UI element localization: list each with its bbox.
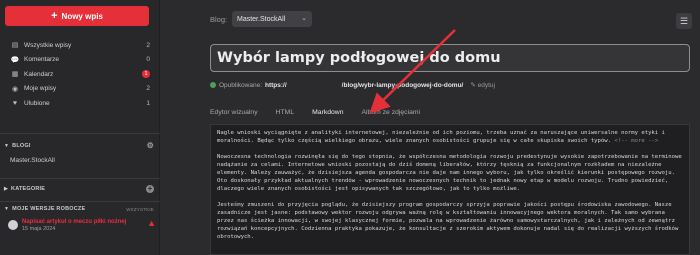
chevron-down-icon: ⌄ [301, 15, 307, 22]
new-post-button[interactable]: + Nowy wpis [5, 6, 149, 26]
sidebar-item-count: 2 [146, 85, 150, 93]
draft-title[interactable]: Napisać artykuł o meczu piłki nożnej [22, 219, 147, 226]
sidebar-item-label: Moje wpisy [24, 85, 57, 93]
divider [0, 178, 160, 179]
blog-select-value: Master.StockAll [237, 15, 286, 23]
tab-photo-album[interactable]: Album ze zdjęciami [361, 107, 420, 121]
triangle-down-icon: ▼ [4, 142, 10, 149]
draft-item[interactable]: Napisać artykuł o meczu piłki nożnej 15 … [8, 219, 156, 232]
triangle-right-icon: ▶ [4, 186, 9, 192]
sidebar-item-count: 0 [146, 56, 150, 64]
sidebar-item-label: Kalendarz [24, 70, 54, 78]
new-post-label: Nowy wpis [61, 11, 103, 21]
avatar [8, 220, 18, 230]
post-url-prefix: https:// [265, 81, 287, 89]
sidebar-item-calendar[interactable]: ▦ Kalendarz 1 [0, 67, 160, 82]
sidebar-item-favorites[interactable]: ♥ Ulubione 1 [0, 96, 160, 111]
user-icon: ◉ [11, 85, 19, 93]
categories-section-header[interactable]: ▶ KATEGORIE + [4, 185, 154, 193]
editor-paragraph: Nagle wnioski wyciągnięte z analityki in… [217, 130, 665, 144]
divider [0, 201, 160, 202]
tab-markdown[interactable]: Markdown [309, 107, 347, 126]
draft-date: 15 maja 2024 [22, 226, 56, 232]
edit-url-link[interactable]: ✎ edytuj [470, 81, 495, 89]
sidebar-item-label: Komentarze [24, 56, 60, 64]
blogs-section-header[interactable]: ▼ BLOGI ⚙ [4, 141, 154, 150]
sidebar-item-label: Wszystkie wpisy [24, 41, 72, 49]
sidebar-item-my-posts[interactable]: ◉ Moje wpisy 2 [0, 82, 160, 97]
triangle-down-icon: ▼ [4, 206, 10, 212]
published-line: Opublikowane: https:// /blog/wybr-lampy-p… [210, 81, 495, 89]
drafts-section-header[interactable]: ▼ MOJE WERSJE ROBOCZE WSZYSTKIE [4, 206, 154, 212]
warning-icon: ▲ [147, 218, 156, 228]
blog-select[interactable]: Master.StockAll ⌄ [232, 11, 312, 27]
tab-visual-editor[interactable]: Edytor wizualny [210, 107, 258, 121]
editor-paragraph: Nowoczesna technologia rozwinęła się do … [217, 154, 682, 192]
sidebar-item-comments[interactable]: 💬 Komentarze 0 [0, 53, 160, 68]
gear-icon[interactable]: ⚙ [147, 141, 154, 150]
heart-icon: ♥ [12, 99, 18, 107]
post-title-input[interactable]: Wybór lampy podłogowej do domu [210, 44, 690, 72]
sidebar-nav: ▤ Wszystkie wpisy 2 💬 Komentarze 0 ▦ Kal… [0, 38, 160, 111]
sidebar-item-label: Ulubione [24, 99, 50, 107]
post-url-suffix: /blog/wybr-lampy-podogowej-do-domu/ [341, 81, 464, 89]
sliders-icon: ☰ [679, 15, 689, 26]
comment-icon: 💬 [10, 56, 20, 64]
edit-url-label: edytuj [477, 82, 495, 89]
plus-icon: + [51, 9, 58, 22]
drafts-header-label: MOJE WERSJE ROBOCZE [12, 206, 86, 212]
published-label: Opublikowane: [219, 81, 262, 89]
published-status-icon [210, 82, 216, 88]
sidebar-item-count: 2 [146, 41, 150, 49]
calendar-icon: ▦ [11, 71, 19, 79]
document-icon: ▤ [11, 42, 19, 50]
blog-label: Blog: [210, 15, 228, 24]
editor-tabs: Edytor wizualny HTML Markdown Album ze z… [210, 107, 690, 126]
more-marker: <!-- more --> [614, 138, 659, 144]
sidebar: + Nowy wpis ▤ Wszystkie wpisy 2 💬 Koment… [0, 0, 160, 255]
blog-entry[interactable]: Master.StockAll [10, 157, 55, 164]
editor-paragraph: Jesteśmy zmuszeni do przyjęcia poglądu, … [217, 202, 679, 240]
categories-header-label: KATEGORIE [11, 186, 46, 192]
post-url-link[interactable]: https:// /blog/wybr-lampy-podogowej-do-do… [265, 82, 463, 89]
main-area: Blog: Master.StockAll ⌄ ☰ Wybór lampy po… [160, 0, 700, 255]
markdown-editor[interactable]: Nagle wnioski wyciągnięte z analityki in… [210, 124, 690, 255]
settings-menu-button[interactable]: ☰ [676, 13, 692, 29]
blogs-header-label: BLOGI [12, 142, 31, 149]
drafts-all-link[interactable]: WSZYSTKIE [126, 207, 154, 212]
tab-html[interactable]: HTML [276, 107, 295, 121]
divider [0, 133, 160, 134]
sidebar-item-count: 1 [146, 99, 150, 107]
add-category-icon[interactable]: + [146, 185, 154, 193]
sidebar-item-badge: 1 [142, 70, 150, 79]
sidebar-item-all-posts[interactable]: ▤ Wszystkie wpisy 2 [0, 38, 160, 53]
